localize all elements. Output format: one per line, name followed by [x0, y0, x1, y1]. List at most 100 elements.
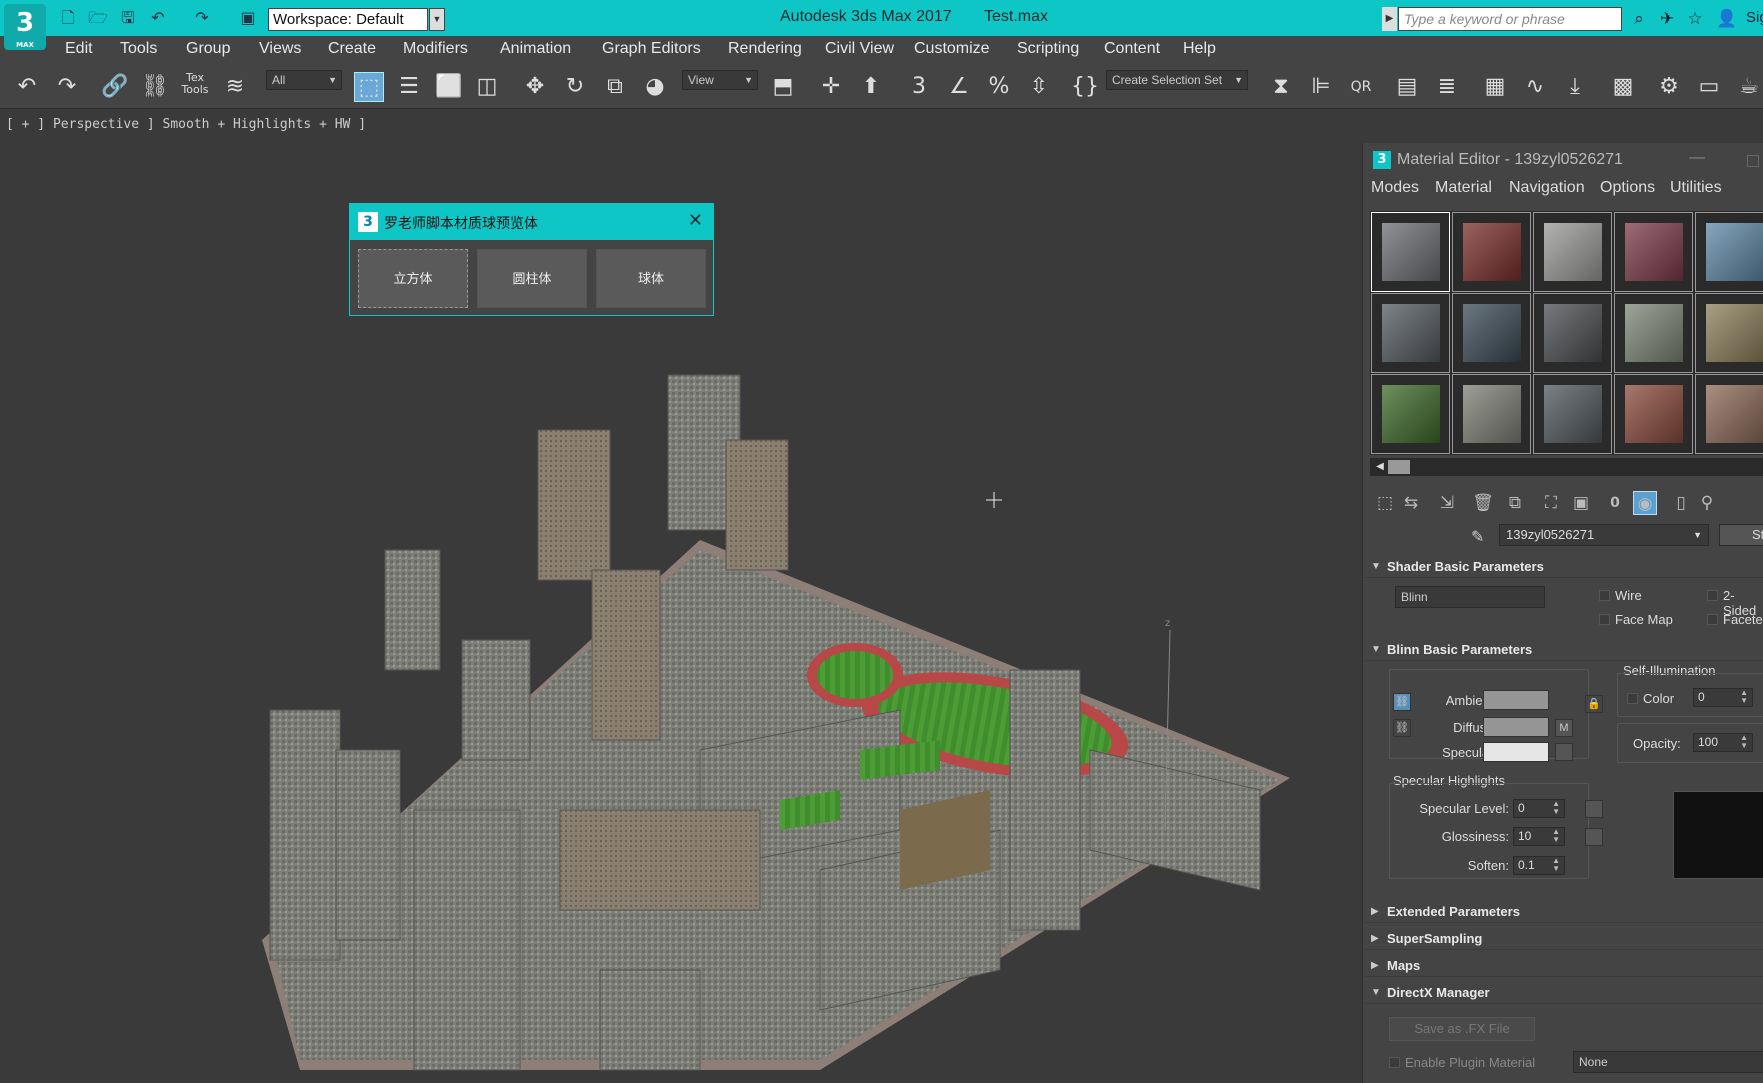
menu-graph-editors[interactable]: Graph Editors: [602, 40, 701, 58]
glossiness-spinner[interactable]: 10 ▲ ▼: [1513, 827, 1565, 846]
me-menu-navigation[interactable]: Navigation: [1509, 179, 1585, 197]
shader-type-dropdown[interactable]: Blinn: [1395, 586, 1545, 608]
cylinder-button[interactable]: 圆柱体: [477, 249, 587, 308]
material-slot[interactable]: [1614, 212, 1693, 292]
menu-civil-view[interactable]: Civil View: [825, 40, 894, 58]
layer-explorer-icon[interactable]: ≣: [1432, 72, 1462, 102]
make-unique-icon[interactable]: ⧉: [1503, 491, 1527, 515]
viewport-label[interactable]: [ + ] Perspective ] Smooth + Highlights …: [6, 117, 366, 132]
unlink-icon[interactable]: ⛓: [140, 72, 170, 102]
select-object-icon[interactable]: ⬚: [354, 72, 384, 102]
material-editor-titlebar[interactable]: 3 Material Editor - 139zyl0526271 —: [1363, 143, 1763, 177]
close-icon[interactable]: ✕: [688, 210, 703, 231]
scroll-thumb[interactable]: [1388, 460, 1410, 474]
curve-editor-icon[interactable]: ∿: [1520, 72, 1550, 102]
ambient-swatch[interactable]: [1483, 690, 1549, 710]
lock-diffuse-specular-icon[interactable]: ⛓: [1393, 719, 1411, 737]
percent-snap-icon[interactable]: %: [984, 72, 1014, 102]
favorites-star-icon[interactable]: ☆: [1684, 9, 1706, 31]
redo-icon[interactable]: ↷: [192, 8, 212, 28]
glossiness-map-button[interactable]: [1585, 828, 1603, 846]
soften-spinner[interactable]: 0.1 ▲ ▼: [1513, 856, 1565, 875]
cube-button[interactable]: 立方体: [358, 249, 468, 308]
menu-group[interactable]: Group: [186, 40, 230, 58]
pivot-center-icon[interactable]: ⬒: [768, 72, 798, 102]
slots-scrollbar[interactable]: ◀: [1370, 458, 1763, 476]
search-expand-arrow[interactable]: ▶: [1382, 7, 1397, 31]
redo-icon[interactable]: ↷: [52, 72, 82, 102]
communication-center-icon[interactable]: ✈: [1656, 9, 1678, 31]
script-dialog-header[interactable]: 3 罗老师脚本材质球预览体 ✕: [350, 204, 713, 240]
diffuse-map-button[interactable]: M: [1555, 719, 1573, 737]
material-slot[interactable]: [1695, 212, 1763, 292]
face-map-checkbox[interactable]: [1599, 614, 1610, 625]
specular-level-map-button[interactable]: [1585, 800, 1603, 818]
diffuse-swatch[interactable]: [1483, 717, 1549, 737]
material-editor-icon[interactable]: ▩: [1608, 72, 1638, 102]
reset-map-icon[interactable]: 🗑: [1471, 491, 1495, 515]
get-material-icon[interactable]: ⬚: [1373, 491, 1397, 515]
undo-icon[interactable]: ↶: [148, 8, 168, 28]
menu-help[interactable]: Help: [1183, 40, 1216, 58]
material-slot[interactable]: [1695, 293, 1763, 373]
rollout-maps[interactable]: ▶ Maps: [1365, 955, 1763, 977]
align-icon[interactable]: ⊫: [1306, 72, 1336, 102]
reference-coordinate-dropdown[interactable]: View ▼: [682, 70, 758, 90]
undo-icon[interactable]: ↶: [12, 72, 42, 102]
named-selection-set-dropdown[interactable]: Create Selection Set ▼: [1106, 70, 1248, 90]
plugin-material-dropdown[interactable]: None: [1573, 1051, 1763, 1073]
lock-icon[interactable]: 🔒: [1585, 695, 1603, 713]
workspace-dropdown-arrow[interactable]: ▼: [429, 8, 445, 31]
scroll-left-icon[interactable]: ◀: [1372, 460, 1388, 474]
faceted-checkbox[interactable]: [1707, 614, 1718, 625]
opacity-spinner[interactable]: 100 ▲ ▼: [1693, 733, 1753, 752]
rollout-directx-manager[interactable]: ▼ DirectX Manager: [1365, 982, 1763, 1004]
material-slot[interactable]: [1533, 293, 1612, 373]
specular-level-spinner[interactable]: 0 ▲ ▼: [1513, 799, 1565, 818]
snaps-toggle-icon[interactable]: 3: [904, 72, 934, 102]
select-manipulate-icon[interactable]: ✛: [816, 72, 846, 102]
specular-swatch[interactable]: [1483, 742, 1549, 762]
material-slot[interactable]: [1533, 212, 1612, 292]
window-crossing-icon[interactable]: ◫: [472, 72, 502, 102]
material-slot[interactable]: [1371, 212, 1450, 292]
select-by-name-icon[interactable]: ☰: [394, 72, 424, 102]
self-illum-spinner[interactable]: 0 ▲ ▼: [1693, 688, 1753, 707]
material-slot[interactable]: [1695, 374, 1763, 454]
scene-explorer-icon[interactable]: ▤: [1392, 72, 1422, 102]
keyboard-shortcut-override-icon[interactable]: ⬆: [856, 72, 886, 102]
rotate-icon[interactable]: ↻: [560, 72, 590, 102]
menu-rendering[interactable]: Rendering: [728, 40, 802, 58]
mirror-icon[interactable]: ⧗: [1266, 72, 1296, 102]
rollout-supersampling[interactable]: ▶ SuperSampling: [1365, 928, 1763, 950]
material-slot[interactable]: [1614, 293, 1693, 373]
self-illum-color-checkbox[interactable]: [1627, 693, 1638, 704]
material-name-field[interactable]: 139zyl0526271 ▼: [1499, 524, 1709, 546]
eyedropper-icon[interactable]: ✎: [1471, 527, 1484, 546]
selection-filter-dropdown[interactable]: All ▼: [266, 70, 342, 90]
put-to-scene-icon[interactable]: ⇆: [1399, 491, 1423, 515]
tex-tools-icon[interactable]: Tex Tools: [180, 72, 210, 102]
open-file-icon[interactable]: 🗁: [88, 8, 108, 28]
rectangular-selection-icon[interactable]: ⬜: [434, 72, 464, 102]
material-slot[interactable]: [1371, 374, 1450, 454]
place-icon[interactable]: ◕: [640, 72, 670, 102]
menu-tools[interactable]: Tools: [120, 40, 157, 58]
rollout-extended-parameters[interactable]: ▶ Extended Parameters: [1365, 901, 1763, 923]
minimize-icon[interactable]: —: [1689, 149, 1705, 167]
menu-customize[interactable]: Customize: [914, 40, 990, 58]
menu-views[interactable]: Views: [259, 40, 301, 58]
menu-animation[interactable]: Animation: [500, 40, 571, 58]
binoculars-icon[interactable]: ⌕: [1628, 9, 1650, 31]
material-id-channel-icon[interactable]: ⛶: [1539, 491, 1563, 515]
schematic-view-icon[interactable]: ⤓: [1560, 72, 1590, 102]
user-icon[interactable]: 👤: [1716, 9, 1738, 31]
scale-icon[interactable]: ⧉: [600, 72, 630, 102]
show-shaded-material-icon[interactable]: ◉: [1633, 491, 1657, 515]
rollout-shader-basic[interactable]: ▼ Shader Basic Parameters: [1365, 556, 1763, 578]
material-type-button[interactable]: Stan: [1719, 524, 1763, 546]
new-file-icon[interactable]: 🗋: [58, 8, 78, 28]
ribbon-toggle-icon[interactable]: ▦: [1480, 72, 1510, 102]
move-icon[interactable]: ✥: [520, 72, 550, 102]
rendered-frame-window-icon[interactable]: ▭: [1694, 72, 1724, 102]
